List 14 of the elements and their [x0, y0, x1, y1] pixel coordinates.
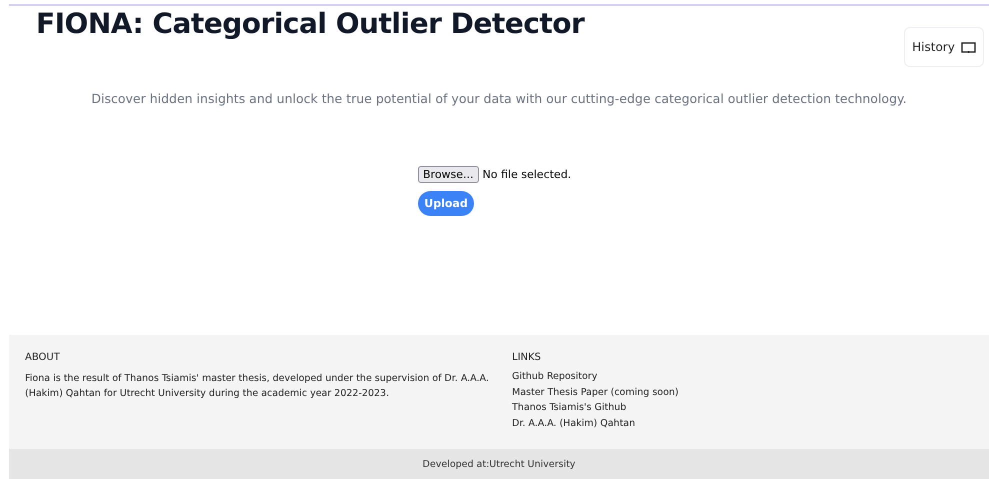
links-heading: LINKS [512, 352, 542, 363]
tagline: Discover hidden insights and unlock the true potential of your data with our cutting-edge categorical outlier detection technology. [90, 91, 908, 106]
upload-button[interactable]: Upload [418, 191, 474, 216]
footer-link[interactable]: Master Thesis Paper (coming soon) [512, 384, 989, 400]
credit-text: Developed at:Utrecht University [422, 458, 576, 470]
history-button[interactable]: History [904, 27, 984, 67]
footer-link[interactable]: Github Repository [512, 369, 989, 384]
about-text: Fiona is the result of Thanos Tsiamis' master thesis, developed under the supervision of Dr. A.A.A. (Hakim) Qahtan for Utrecht University during the academic year 2022-2023. [25, 372, 490, 401]
browse-button[interactable]: Browse... [418, 166, 479, 183]
footer-link[interactable]: Dr. A.A.A. (Hakim) Qahtan [512, 416, 989, 431]
file-status: No file selected. [482, 168, 572, 181]
page-title: FIONA: Categorical Outlier Detector [36, 7, 584, 40]
about-heading: ABOUT [25, 352, 61, 363]
footer-link[interactable]: Thanos Tsiamis's Github [512, 400, 989, 416]
